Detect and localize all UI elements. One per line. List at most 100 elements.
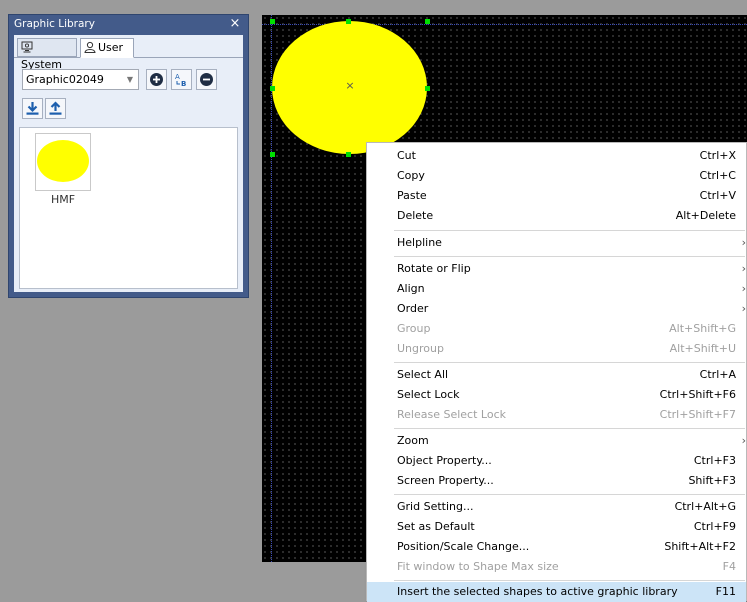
menu-item-shortcut: Ctrl+C xyxy=(699,169,736,182)
menu-item-shortcut: Shift+Alt+F2 xyxy=(664,540,736,553)
menu-item-set-as-default[interactable]: Set as Default Ctrl+F9 xyxy=(367,517,746,537)
tab-user-label: User xyxy=(98,41,124,54)
menu-item-screen-property[interactable]: Screen Property... Shift+F3 xyxy=(367,471,746,491)
library-select-value: Graphic02049 xyxy=(26,73,104,86)
menu-item-label: Zoom xyxy=(397,434,429,447)
library-select[interactable]: Graphic02049 ▼ xyxy=(22,69,139,90)
menu-item-shortcut: Shift+F3 xyxy=(688,474,736,487)
graphic-item-thumbnail[interactable] xyxy=(35,133,91,191)
menu-item-grid-setting[interactable]: Grid Setting... Ctrl+Alt+G xyxy=(367,497,746,517)
menu-item-label: Release Select Lock xyxy=(397,408,506,421)
menu-item-label: Delete xyxy=(397,209,434,222)
tab-system[interactable]: System xyxy=(17,38,77,71)
menu-item-shortcut: Ctrl+X xyxy=(699,149,736,162)
menu-item-shortcut: Alt+Shift+G xyxy=(669,322,736,335)
menu-item-shortcut: Ctrl+F3 xyxy=(693,454,736,467)
menu-item-shortcut: Ctrl+Alt+G xyxy=(674,500,736,513)
export-button[interactable] xyxy=(45,98,66,119)
center-marker: × xyxy=(345,79,355,92)
menu-item-label: Order xyxy=(397,302,429,315)
menu-item-label: Set as Default xyxy=(397,520,475,533)
menu-item-label: Select Lock xyxy=(397,388,460,401)
menu-item-label: Position/Scale Change... xyxy=(397,540,530,553)
rename-icon: A B xyxy=(175,73,186,87)
selection-handle[interactable] xyxy=(270,19,275,24)
menu-item-shortcut: Alt+Shift+U xyxy=(669,342,736,355)
menu-item-helpline[interactable]: Helpline › xyxy=(367,233,746,253)
menu-item-paste[interactable]: Paste Ctrl+V xyxy=(367,186,746,206)
export-icon xyxy=(49,101,62,115)
menu-item-cut[interactable]: Cut Ctrl+X xyxy=(367,146,746,166)
chevron-right-icon: › xyxy=(741,434,746,447)
menu-item-label: Helpline xyxy=(397,236,442,249)
add-icon xyxy=(150,73,163,86)
menu-separator xyxy=(394,230,745,231)
menu-item-copy[interactable]: Copy Ctrl+C xyxy=(367,166,746,186)
graphic-gallery: HMF xyxy=(19,127,238,289)
menu-item-insert-to-graphic-library[interactable]: Insert the selected shapes to active gra… xyxy=(367,582,746,602)
selection-handle[interactable] xyxy=(270,152,275,157)
menu-item-delete[interactable]: Delete Alt+Delete xyxy=(367,206,746,226)
menu-item-align[interactable]: Align › xyxy=(367,279,746,299)
menu-item-label: Cut xyxy=(397,149,416,162)
graphic-item-label: HMF xyxy=(50,193,76,206)
chevron-down-icon[interactable]: ▼ xyxy=(122,70,138,89)
menu-item-label: Object Property... xyxy=(397,454,492,467)
menu-item-object-property[interactable]: Object Property... Ctrl+F3 xyxy=(367,451,746,471)
menu-item-label: Screen Property... xyxy=(397,474,494,487)
user-icon xyxy=(84,41,96,53)
menu-item-release-select-lock[interactable]: Release Select Lock Ctrl+Shift+F7 xyxy=(367,405,746,425)
menu-item-label: Ungroup xyxy=(397,342,444,355)
chevron-right-icon: › xyxy=(741,236,746,249)
selection-handle[interactable] xyxy=(346,152,351,157)
panel-title: Graphic Library xyxy=(14,18,95,30)
menu-item-label: Paste xyxy=(397,189,427,202)
menu-separator xyxy=(394,428,745,429)
remove-icon xyxy=(200,73,213,86)
menu-item-ungroup[interactable]: Ungroup Alt+Shift+U xyxy=(367,339,746,359)
add-library-button[interactable] xyxy=(146,69,167,90)
menu-item-label: Grid Setting... xyxy=(397,500,474,513)
menu-item-fit-window[interactable]: Fit window to Shape Max size F4 xyxy=(367,557,746,577)
menu-item-label: Insert the selected shapes to active gra… xyxy=(397,585,678,598)
menu-item-order[interactable]: Order › xyxy=(367,299,746,319)
chevron-right-icon: › xyxy=(741,302,746,315)
menu-item-shortcut: F4 xyxy=(722,560,736,573)
menu-item-label: Group xyxy=(397,322,431,335)
selection-handle[interactable] xyxy=(346,19,351,24)
menu-item-rotate-or-flip[interactable]: Rotate or Flip › xyxy=(367,259,746,279)
menu-item-label: Align xyxy=(397,282,425,295)
menu-item-select-all[interactable]: Select All Ctrl+A xyxy=(367,365,746,385)
ellipse-icon xyxy=(37,140,89,182)
menu-separator xyxy=(394,256,745,257)
chevron-right-icon: › xyxy=(741,282,746,295)
close-icon[interactable]: × xyxy=(229,17,241,31)
menu-item-label: Rotate or Flip xyxy=(397,262,471,275)
graphic-library-panel: Graphic Library × System User Graphic020… xyxy=(8,14,249,298)
menu-item-shortcut: Ctrl+V xyxy=(699,189,736,202)
menu-item-shortcut: Ctrl+A xyxy=(699,368,736,381)
menu-item-label: Select All xyxy=(397,368,449,381)
menu-item-group[interactable]: Group Alt+Shift+G xyxy=(367,319,746,339)
panel-body: System User Graphic02049 ▼ A B HMF xyxy=(14,35,243,292)
menu-separator xyxy=(394,494,745,495)
remove-library-button[interactable] xyxy=(196,69,217,90)
selection-handle[interactable] xyxy=(270,86,275,91)
menu-item-position-scale-change[interactable]: Position/Scale Change... Shift+Alt+F2 xyxy=(367,537,746,557)
menu-item-shortcut: Ctrl+Shift+F7 xyxy=(659,408,736,421)
menu-item-shortcut: Alt+Delete xyxy=(675,209,736,222)
rename-library-button[interactable]: A B xyxy=(171,69,192,90)
menu-item-label: Copy xyxy=(397,169,425,182)
menu-item-zoom[interactable]: Zoom › xyxy=(367,431,746,451)
svg-text:A: A xyxy=(175,73,180,81)
menu-item-label: Fit window to Shape Max size xyxy=(397,560,559,573)
menu-item-shortcut: Ctrl+F9 xyxy=(693,520,736,533)
menu-item-select-lock[interactable]: Select Lock Ctrl+Shift+F6 xyxy=(367,385,746,405)
chevron-right-icon: › xyxy=(741,262,746,275)
menu-item-shortcut: Ctrl+Shift+F6 xyxy=(659,388,736,401)
selection-handle[interactable] xyxy=(425,19,430,24)
selection-handle[interactable] xyxy=(425,86,430,91)
import-button[interactable] xyxy=(22,98,43,119)
tab-user[interactable]: User xyxy=(80,38,134,58)
menu-item-shortcut: F11 xyxy=(715,585,736,598)
